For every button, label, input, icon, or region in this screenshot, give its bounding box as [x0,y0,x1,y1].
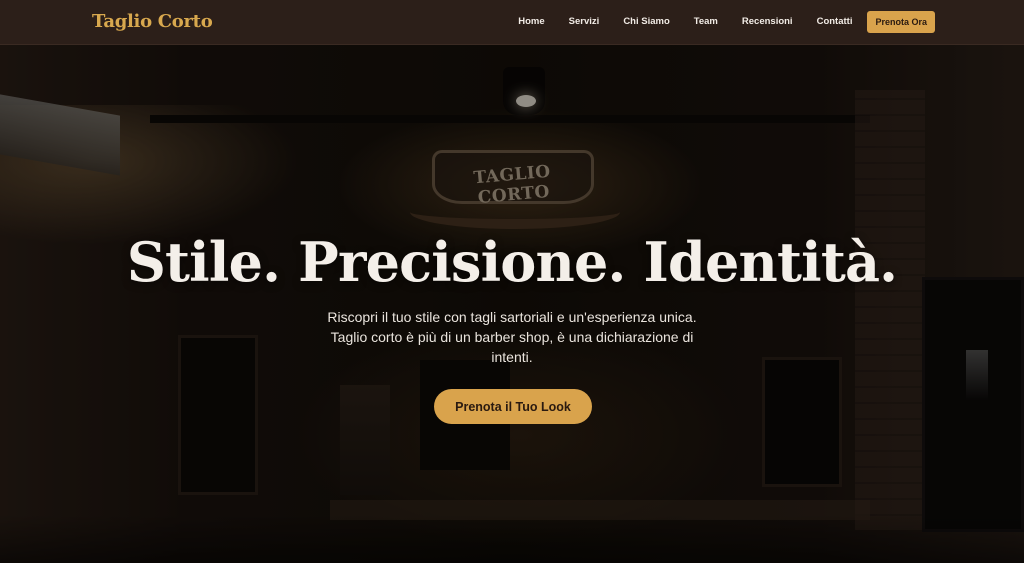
nav-item-contatti[interactable]: Contatti [817,11,853,33]
hero-title: Stile. Precisione. Identità. [126,230,898,294]
book-your-look-button[interactable]: Prenota il Tuo Look [434,389,592,424]
nav-item-home[interactable]: Home [518,11,544,33]
hero-section: TAGLIO CORTO Stile. Precisione. Identità… [0,45,1024,563]
nav-item-chi-siamo[interactable]: Chi Siamo [623,11,669,33]
nav-item-recensioni[interactable]: Recensioni [742,11,793,33]
book-now-button[interactable]: Prenota Ora [867,11,935,33]
hero-subtitle: Riscopri il tuo stile con tagli sartoria… [327,309,697,365]
site-logo[interactable]: Taglio Corto [92,11,213,32]
nav-item-team[interactable]: Team [694,11,718,33]
main-nav: Home Servizi Chi Siamo Team Recensioni C… [518,11,935,33]
hero-overlay [0,45,1024,563]
site-header: Taglio Corto Home Servizi Chi Siamo Team… [0,0,1024,45]
nav-item-servizi[interactable]: Servizi [569,11,600,33]
